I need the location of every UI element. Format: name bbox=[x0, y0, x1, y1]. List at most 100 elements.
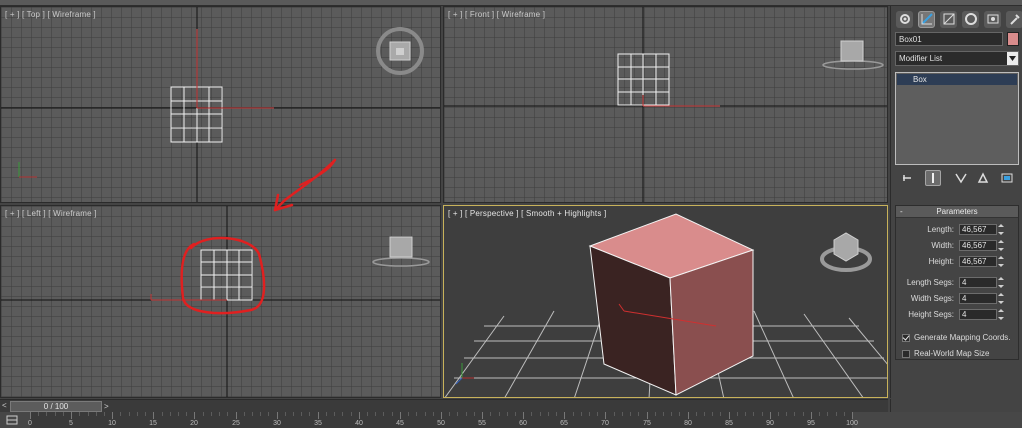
width-segs-param: Width Segs: 4 bbox=[896, 293, 1018, 305]
track-tick bbox=[482, 412, 483, 419]
show-end-result-button[interactable] bbox=[925, 170, 941, 186]
object-color-swatch[interactable] bbox=[1007, 32, 1019, 46]
width-segs-input[interactable]: 4 bbox=[959, 293, 997, 304]
track-tick-label: 75 bbox=[643, 420, 651, 427]
track-minor-tick bbox=[367, 412, 368, 416]
track-minor-tick bbox=[63, 412, 64, 416]
generate-mapping-coords-checkbox[interactable]: Generate Mapping Coords. bbox=[902, 333, 1022, 344]
time-slider-thumb[interactable]: 0 / 100 bbox=[10, 401, 102, 412]
viewport-front-label[interactable]: [ + ] [ Front ] [ Wireframe ] bbox=[448, 10, 545, 19]
modifier-stack[interactable]: Box bbox=[895, 72, 1019, 165]
track-minor-tick bbox=[375, 412, 376, 416]
real-world-map-size-checkbox[interactable]: Real-World Map Size bbox=[902, 349, 1022, 360]
stack-item-box[interactable]: Box bbox=[897, 74, 1017, 85]
utilities-tab[interactable] bbox=[1006, 10, 1022, 28]
track-minor-tick bbox=[425, 412, 426, 416]
track-minor-tick bbox=[46, 412, 47, 416]
viewport-top-label[interactable]: [ + ] [ Top ] [ Wireframe ] bbox=[5, 10, 96, 19]
length-spinner[interactable] bbox=[998, 224, 1006, 235]
track-tick bbox=[688, 412, 689, 419]
width-segs-spinner[interactable] bbox=[998, 293, 1006, 304]
track-tick-label: 90 bbox=[766, 420, 774, 427]
modify-tab[interactable] bbox=[918, 10, 935, 28]
height-input[interactable]: 46,567 bbox=[959, 256, 997, 267]
track-tick bbox=[194, 412, 195, 419]
motion-tab[interactable] bbox=[962, 10, 979, 28]
remove-modifier-button[interactable] bbox=[975, 170, 991, 186]
length-segs-param: Length Segs: 4 bbox=[896, 277, 1018, 289]
configure-modifier-sets-button[interactable] bbox=[999, 170, 1015, 186]
track-minor-tick bbox=[737, 412, 738, 416]
create-tab[interactable] bbox=[896, 10, 913, 28]
display-tab[interactable] bbox=[984, 10, 1001, 28]
parameters-title: Parameters bbox=[936, 207, 978, 216]
viewport-left[interactable]: [ + ] [ Left ] [ Wireframe ] bbox=[0, 205, 441, 398]
viewport-perspective[interactable]: [ + ] [ Perspective ] [ Smooth + Highlig… bbox=[443, 205, 888, 398]
track-tick bbox=[30, 412, 31, 419]
time-prev-button[interactable]: < bbox=[2, 402, 10, 410]
hierarchy-tab[interactable] bbox=[940, 10, 957, 28]
track-tick bbox=[318, 412, 319, 419]
track-minor-tick bbox=[268, 412, 269, 416]
height-segs-input[interactable]: 4 bbox=[959, 309, 997, 320]
track-minor-tick bbox=[293, 412, 294, 416]
track-minor-tick bbox=[786, 412, 787, 416]
track-tick-label: 20 bbox=[190, 420, 198, 427]
track-minor-tick bbox=[170, 412, 171, 416]
track-minor-tick bbox=[351, 412, 352, 416]
viewcube-perspective-icon[interactable] bbox=[820, 232, 872, 272]
track-minor-tick bbox=[515, 412, 516, 416]
height-spinner[interactable] bbox=[998, 256, 1006, 267]
viewport-left-label[interactable]: [ + ] [ Left ] [ Wireframe ] bbox=[5, 209, 97, 218]
perspective-box[interactable] bbox=[588, 213, 755, 396]
track-minor-tick bbox=[285, 412, 286, 416]
width-input[interactable]: 46,567 bbox=[959, 240, 997, 251]
track-tick-label: 15 bbox=[149, 420, 157, 427]
length-segs-spinner[interactable] bbox=[998, 277, 1006, 288]
modifier-list-label: Modifier List bbox=[899, 54, 943, 63]
height-segs-spinner[interactable] bbox=[998, 309, 1006, 320]
track-minor-tick bbox=[712, 412, 713, 416]
modifier-list-dropdown[interactable]: Modifier List bbox=[895, 51, 1019, 66]
width-param: Width: 46,567 bbox=[896, 240, 1018, 252]
viewport-perspective-label[interactable]: [ + ] [ Perspective ] [ Smooth + Highlig… bbox=[448, 209, 606, 218]
make-unique-button[interactable] bbox=[953, 170, 969, 186]
viewport-front[interactable]: [ + ] [ Front ] [ Wireframe ] bbox=[443, 6, 888, 203]
track-tick bbox=[153, 412, 154, 419]
track-bar-filter-icon[interactable] bbox=[6, 414, 18, 426]
pin-stack-button[interactable] bbox=[899, 170, 915, 186]
track-tick-label: 70 bbox=[601, 420, 609, 427]
time-slider[interactable]: < 0 / 100 > bbox=[0, 399, 888, 412]
parameters-rollout-header[interactable]: - Parameters bbox=[896, 206, 1018, 218]
track-minor-tick bbox=[753, 412, 754, 416]
generate-mapping-checkbox-box[interactable] bbox=[902, 334, 910, 342]
viewport-top[interactable]: [ + ] [ Top ] [ Wireframe ] bbox=[0, 6, 441, 203]
track-tick bbox=[359, 412, 360, 419]
chevron-down-icon[interactable] bbox=[1007, 52, 1018, 65]
track-minor-tick bbox=[638, 412, 639, 416]
real-world-checkbox-box[interactable] bbox=[902, 350, 910, 358]
track-minor-tick bbox=[614, 412, 615, 416]
track-tick-label: 30 bbox=[273, 420, 281, 427]
length-input[interactable]: 46,567 bbox=[959, 224, 997, 235]
configure-modifier-sets-icon bbox=[1001, 173, 1013, 183]
track-tick-label: 35 bbox=[314, 420, 322, 427]
track-bar[interactable]: 0 5 10 15 20 25 30 35 40 45 50 55 60 65 70 75 80 85 90 95 10… bbox=[0, 412, 1022, 428]
track-minor-tick bbox=[219, 412, 220, 416]
track-tick bbox=[729, 412, 730, 419]
length-segs-input[interactable]: 4 bbox=[959, 277, 997, 288]
width-spinner[interactable] bbox=[998, 240, 1006, 251]
height-segs-label: Height Segs: bbox=[908, 310, 954, 319]
track-ruler[interactable]: 0 5 10 15 20 25 30 35 40 45 50 55 60 65 70 75 80 85 90 95 10… bbox=[28, 412, 858, 428]
collapse-icon[interactable]: - bbox=[900, 206, 903, 218]
time-next-button[interactable]: > bbox=[104, 402, 109, 411]
track-minor-tick bbox=[573, 412, 574, 416]
length-label: Length: bbox=[927, 225, 954, 234]
object-name-field[interactable] bbox=[895, 32, 1003, 46]
length-param: Length: 46,567 bbox=[896, 224, 1018, 236]
track-minor-tick bbox=[433, 412, 434, 416]
track-minor-tick bbox=[186, 412, 187, 416]
track-minor-tick bbox=[819, 412, 820, 416]
track-minor-tick bbox=[490, 412, 491, 416]
track-minor-tick bbox=[96, 412, 97, 416]
